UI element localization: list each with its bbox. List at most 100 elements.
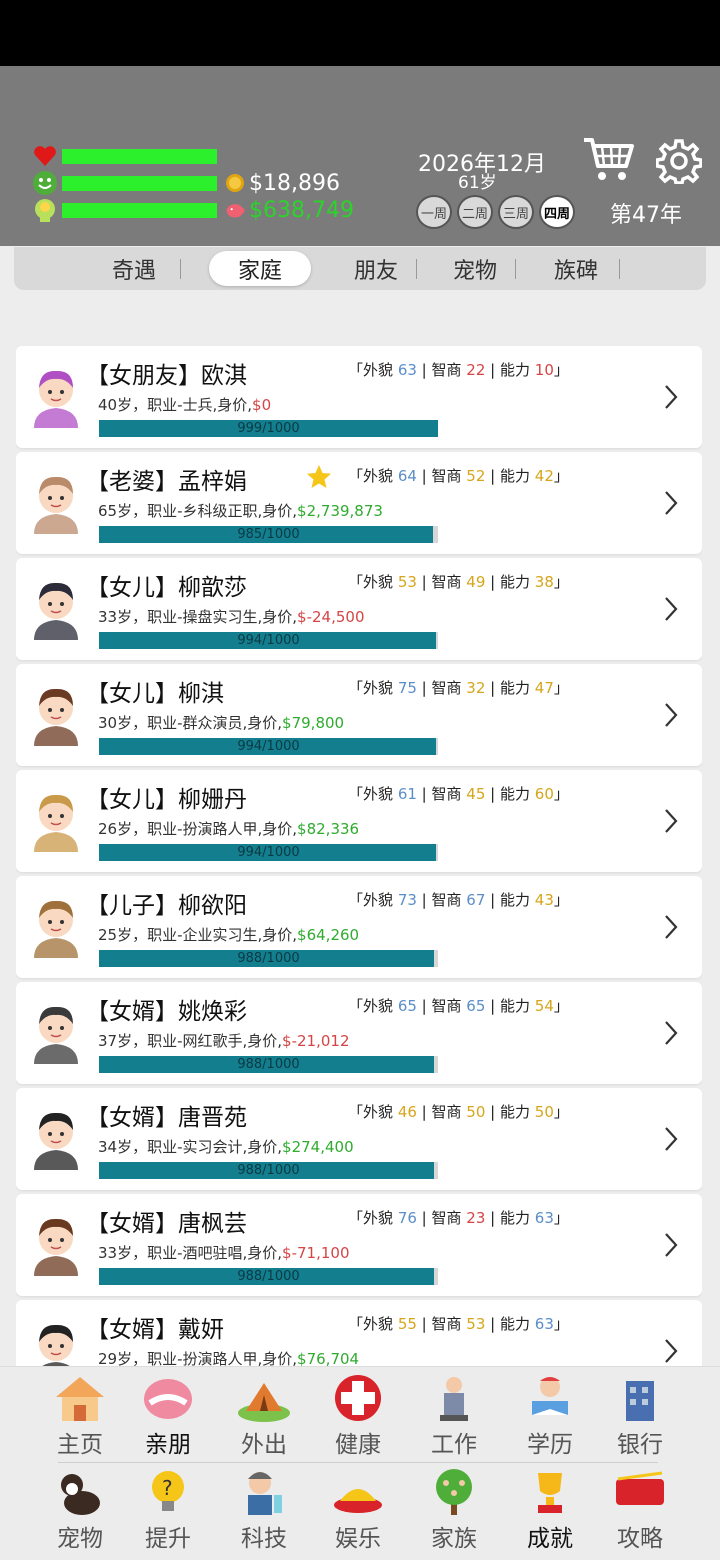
nav-item[interactable]: 娱乐 bbox=[318, 1467, 398, 1553]
nav-label: 家族 bbox=[431, 1526, 477, 1552]
nav-item[interactable]: 主页 bbox=[40, 1373, 120, 1459]
iq-label: 智商 bbox=[431, 1315, 462, 1333]
member-net-worth: $64,260 bbox=[297, 926, 360, 944]
member-attributes: 「外貌 73 | 智商 67 | 能力 43」 bbox=[348, 891, 569, 909]
family-member-card[interactable]: 【女儿】柳歆莎 「外貌 53 | 智商 49 | 能力 38」 33岁，职业-操盘实… bbox=[16, 558, 702, 660]
chevron-right-icon[interactable] bbox=[664, 1020, 678, 1046]
relationship-value: 985/1000 bbox=[237, 527, 300, 542]
family-member-card[interactable]: 【女儿】柳姗丹 「外貌 61 | 智商 45 | 能力 60」 26岁，职业-扮演路… bbox=[16, 770, 702, 872]
reading-child-icon bbox=[522, 1373, 578, 1423]
iq-value: 49 bbox=[466, 573, 486, 591]
tab-family[interactable]: 家庭 bbox=[209, 251, 311, 286]
iq-value: 52 bbox=[466, 467, 486, 485]
nav-item[interactable]: 学历 bbox=[510, 1373, 590, 1459]
tab-encounter[interactable]: 奇遇 bbox=[94, 251, 174, 286]
iq-label: 智商 bbox=[431, 891, 462, 909]
looks-value: 63 bbox=[397, 361, 417, 379]
looks-value: 61 bbox=[397, 785, 417, 803]
bank-building-icon bbox=[612, 1373, 668, 1423]
tent-icon bbox=[236, 1373, 292, 1423]
member-name: 【女婿】戴妍 bbox=[86, 1317, 224, 1343]
member-attributes: 「外貌 61 | 智商 45 | 能力 60」 bbox=[348, 785, 569, 803]
nav-item[interactable]: 科技 bbox=[224, 1467, 304, 1553]
family-member-card[interactable]: 【老婆】孟梓娟 「外貌 64 | 智商 52 | 能力 42」 65岁，职业-乡科级… bbox=[16, 452, 702, 554]
family-tree-icon bbox=[426, 1467, 482, 1517]
relationship-value: 988/1000 bbox=[237, 1057, 300, 1072]
chevron-right-icon[interactable] bbox=[664, 808, 678, 834]
nav-item[interactable]: ? 提升 bbox=[128, 1467, 208, 1553]
member-attributes: 「外貌 46 | 智商 50 | 能力 50」 bbox=[348, 1103, 569, 1121]
week-button-4[interactable]: 四周 bbox=[539, 195, 575, 229]
nav-item[interactable]: 宠物 bbox=[40, 1467, 120, 1553]
chevron-right-icon[interactable] bbox=[664, 1126, 678, 1152]
ability-value: 43 bbox=[534, 891, 554, 909]
member-avatar bbox=[28, 470, 84, 534]
nav-item[interactable]: 家族 bbox=[414, 1467, 494, 1553]
chevron-right-icon[interactable] bbox=[664, 914, 678, 940]
nav-item[interactable]: 成就 bbox=[510, 1467, 590, 1553]
chevron-right-icon[interactable] bbox=[664, 1338, 678, 1364]
family-member-card[interactable]: 【女婿】姚焕彩 「外貌 65 | 智商 65 | 能力 54」 37岁，职业-网红歌… bbox=[16, 982, 702, 1084]
tab-friends[interactable]: 朋友 bbox=[336, 251, 416, 286]
week-button-1[interactable]: 一周 bbox=[416, 195, 452, 229]
chevron-right-icon[interactable] bbox=[664, 384, 678, 410]
member-avatar bbox=[28, 894, 84, 958]
member-avatar bbox=[28, 576, 84, 640]
cash-amount: $18,896 bbox=[249, 170, 340, 196]
iq-label: 智商 bbox=[431, 467, 462, 485]
iq-label: 智商 bbox=[431, 361, 462, 379]
week-button-3[interactable]: 三周 bbox=[498, 195, 534, 229]
member-avatar bbox=[28, 1318, 84, 1366]
family-member-card[interactable]: 【女朋友】欧淇 「外貌 63 | 智商 22 | 能力 10」 40岁，职业-士兵,… bbox=[16, 346, 702, 448]
nav-item[interactable]: 银行 bbox=[600, 1373, 680, 1459]
family-member-card[interactable]: 【女婿】戴妍 「外貌 55 | 智商 53 | 能力 63」 29岁，职业-扮演路人… bbox=[16, 1300, 702, 1366]
settings-gear-icon[interactable] bbox=[655, 138, 703, 185]
nav-item[interactable]: 攻略 bbox=[600, 1467, 680, 1553]
nav-item[interactable]: 亲朋 bbox=[128, 1373, 208, 1459]
chevron-right-icon[interactable] bbox=[664, 596, 678, 622]
nav-item[interactable]: 外出 bbox=[224, 1373, 304, 1459]
iq-value: 23 bbox=[466, 1209, 486, 1227]
shopping-cart-icon[interactable] bbox=[582, 134, 634, 184]
happiness-bar bbox=[62, 175, 217, 191]
family-member-card[interactable]: 【女婿】唐枫芸 「外貌 76 | 智商 23 | 能力 63」 33岁，职业-酒吧驻… bbox=[16, 1194, 702, 1296]
dog-icon bbox=[52, 1467, 108, 1517]
week-button-2[interactable]: 二周 bbox=[457, 195, 493, 229]
relationship-value: 999/1000 bbox=[237, 421, 300, 436]
family-member-card[interactable]: 【儿子】柳欲阳 「外貌 73 | 智商 67 | 能力 43」 25岁，职业-企业实… bbox=[16, 876, 702, 978]
member-net-worth: $-21,012 bbox=[282, 1032, 350, 1050]
member-info: 30岁，职业-群众演员,身价,$79,800 bbox=[98, 712, 344, 733]
looks-label: 外貌 bbox=[363, 1315, 394, 1333]
member-name: 【女儿】柳淇 bbox=[86, 681, 224, 707]
member-net-worth: $274,400 bbox=[282, 1138, 354, 1156]
ability-value: 54 bbox=[534, 997, 554, 1015]
iq-label: 智商 bbox=[431, 679, 462, 697]
chevron-right-icon[interactable] bbox=[664, 702, 678, 728]
year-counter: 第47年 bbox=[610, 203, 682, 228]
looks-label: 外貌 bbox=[363, 679, 394, 697]
nav-item[interactable]: 健康 bbox=[318, 1373, 398, 1459]
member-age-job: 29岁，职业-扮演路人甲,身价, bbox=[98, 1350, 298, 1366]
looks-value: 64 bbox=[397, 467, 417, 485]
looks-value: 55 bbox=[397, 1315, 417, 1333]
family-member-card[interactable]: 【女婿】唐晋苑 「外貌 46 | 智商 50 | 能力 50」 34岁，职业-实习会… bbox=[16, 1088, 702, 1190]
happiness-stat-row: $18,896 bbox=[32, 170, 340, 196]
smile-face-icon bbox=[32, 170, 58, 196]
member-attributes: 「外貌 53 | 智商 49 | 能力 38」 bbox=[348, 573, 569, 591]
app-screen: $18,896 $638,749 2026年12月 61岁 一周 二周 三周 四… bbox=[0, 0, 720, 1560]
tab-pets[interactable]: 宠物 bbox=[435, 251, 515, 286]
looks-label: 外貌 bbox=[363, 361, 394, 379]
ability-value: 38 bbox=[534, 573, 554, 591]
relationship-bar: 994/1000 bbox=[99, 632, 438, 649]
tab-divider bbox=[515, 259, 516, 279]
favorite-star-icon[interactable] bbox=[306, 464, 332, 490]
trophy-icon bbox=[522, 1467, 578, 1517]
nav-item[interactable]: 工作 bbox=[414, 1373, 494, 1459]
chevron-right-icon[interactable] bbox=[664, 490, 678, 516]
tab-clan-monument[interactable]: 族碑 bbox=[536, 251, 616, 286]
bottom-navigation: 主页 亲朋 外出 健康 工作 学历 银行宠物? 提升 科技 娱乐 家族 成就 攻略 bbox=[0, 1366, 720, 1560]
iq-label: 智商 bbox=[431, 785, 462, 803]
member-avatar bbox=[28, 364, 84, 428]
family-member-card[interactable]: 【女儿】柳淇 「外貌 75 | 智商 32 | 能力 47」 30岁，职业-群众演员… bbox=[16, 664, 702, 766]
chevron-right-icon[interactable] bbox=[664, 1232, 678, 1258]
